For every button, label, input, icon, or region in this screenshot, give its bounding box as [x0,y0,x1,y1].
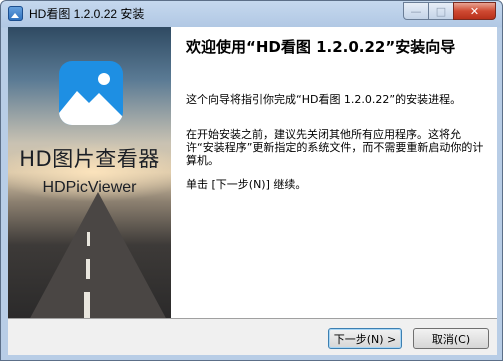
welcome-content: 欢迎使用“HD看图 1.2.0.22”安装向导 这个向导将指引你完成“HD看图 … [186,27,491,191]
close-button[interactable]: ✕ [453,2,496,20]
installer-window: HD看图 1.2.0.22 安装 — □ ✕ HD图片查看器 HDPicView… [0,0,503,361]
button-bar: 下一步(N) > 取消(C) [8,318,497,355]
road-marking [86,259,90,279]
wizard-page: HD图片查看器 HDPicViewer 欢迎使用“HD看图 1.2.0.22”安… [8,27,497,318]
maximize-icon: □ [435,4,447,18]
banner-app-name: HD图片查看器 [19,147,160,171]
installer-app-icon [8,6,23,21]
minimize-icon: — [410,4,422,18]
welcome-banner-image: HD图片查看器 HDPicViewer [8,27,171,318]
caption-buttons: — □ ✕ [403,2,496,20]
close-apps-paragraph: 在开始安装之前，建议先关闭其他所有应用程序。这将允许“安装程序”更新指定的系统文… [186,128,484,167]
close-icon: ✕ [469,4,480,18]
window-title: HD看图 1.2.0.22 安装 [29,7,145,21]
cancel-button[interactable]: 取消(C) [413,328,489,349]
maximize-button[interactable]: □ [428,2,454,20]
road-marking [87,232,90,246]
intro-paragraph: 这个向导将指引你完成“HD看图 1.2.0.22”的安装进程。 [186,93,462,106]
minimize-button[interactable]: — [403,2,429,20]
title-bar[interactable]: HD看图 1.2.0.22 安装 — □ ✕ [1,1,502,27]
banner-app-name-en: HDPicViewer [42,179,137,196]
next-button[interactable]: 下一步(N) > [328,328,402,349]
road-marking [84,292,90,318]
welcome-heading: 欢迎使用“HD看图 1.2.0.22”安装向导 [186,38,456,56]
continue-instruction: 单击 [下一步(N)] 继续。 [186,178,307,191]
banner-road [28,192,168,318]
photo-landscape-icon [59,61,123,125]
